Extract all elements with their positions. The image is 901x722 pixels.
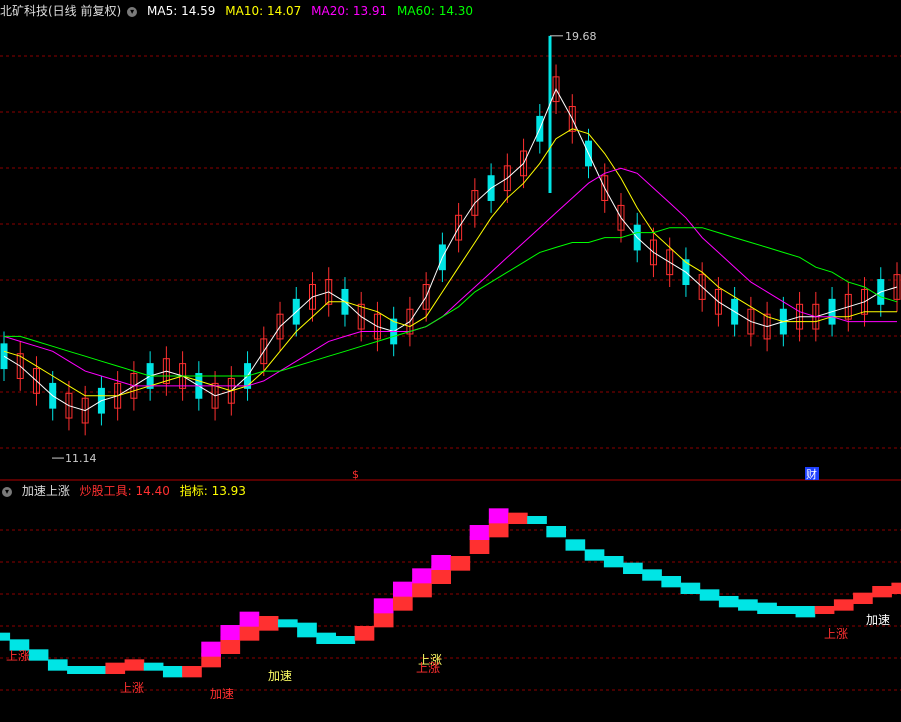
ma20-label: MA20: 13.91 xyxy=(311,4,388,18)
settings-icon[interactable]: ▾ xyxy=(2,486,12,497)
main-title: 北矿科技(日线 前复权) xyxy=(0,4,122,18)
indicator-bar xyxy=(795,606,816,618)
indicator-bar xyxy=(86,666,106,674)
indicator-bar xyxy=(623,562,643,574)
indicator-bar xyxy=(661,576,682,588)
ma-line-ma20 xyxy=(3,167,897,387)
indicator-bar xyxy=(143,662,164,671)
indicator-bar xyxy=(699,589,720,601)
dividend-marker: $ xyxy=(352,468,359,481)
indicator-bar xyxy=(47,659,68,671)
indicator-bar xyxy=(833,599,854,611)
annotation-label: 加速 xyxy=(210,687,234,701)
indicator-bar xyxy=(28,649,49,661)
grid-lines xyxy=(0,55,901,691)
indicator-bar xyxy=(603,556,624,568)
accel-bar xyxy=(201,641,221,657)
indicator-bar xyxy=(297,622,317,638)
indicator-bar xyxy=(335,636,356,644)
indicator-bar xyxy=(757,602,777,614)
indicator-bar xyxy=(105,662,126,674)
indicator-bar xyxy=(546,526,567,538)
indicator-bar xyxy=(354,626,375,641)
indicator-bar xyxy=(258,616,279,631)
main-markers: $ 财 xyxy=(352,467,819,481)
ma5-label: MA5: 14.59 xyxy=(147,4,216,18)
indicator-bar xyxy=(527,516,547,524)
annotation-label: 加速 xyxy=(268,669,292,683)
indicator-bar xyxy=(0,632,11,641)
indicator-bar xyxy=(718,596,739,608)
accel-bar xyxy=(469,525,490,540)
ma-line-ma10 xyxy=(3,128,897,397)
high-label: 19.68 xyxy=(565,30,597,43)
main-plot: 19.68 11.14 xyxy=(0,30,901,465)
annotation-label: 上涨 xyxy=(120,680,144,695)
accel-bar xyxy=(220,625,241,640)
accel-bar xyxy=(239,611,260,627)
indicator-bar xyxy=(277,619,298,628)
annotation-label: 上涨 xyxy=(416,660,440,675)
indicator-bar xyxy=(182,666,202,678)
indicator-bar xyxy=(642,569,662,581)
indicator-bar xyxy=(565,539,586,551)
ma-line-ma5 xyxy=(3,88,898,412)
indicator-bar xyxy=(316,632,336,644)
accel-bar xyxy=(488,508,509,524)
tool-label: 炒股工具: 14.40 xyxy=(79,484,170,498)
low-label: 11.14 xyxy=(65,452,97,465)
sub-header: ▾ 加速上涨 炒股工具: 14.40 指标: 13.93 xyxy=(0,482,252,500)
indicator-bar xyxy=(680,582,701,594)
annotation-label: 加速 xyxy=(866,613,890,627)
annotation-label: 上涨 xyxy=(6,648,30,663)
ma60-label: MA60: 14.30 xyxy=(397,4,474,18)
indicator-bar xyxy=(67,666,87,674)
report-marker: 财 xyxy=(806,467,817,481)
sub-title: 加速上涨 xyxy=(21,484,70,498)
annotation-label: 上涨 xyxy=(824,626,848,641)
indicator-bar xyxy=(124,659,145,671)
ma-line-ma60 xyxy=(4,227,898,377)
indicator-bar xyxy=(853,592,873,604)
accel-bar xyxy=(412,568,432,584)
indicator-bar xyxy=(450,556,471,571)
indicator-bar xyxy=(738,599,758,611)
indicator-bar xyxy=(508,512,528,524)
ma10-label: MA10: 14.07 xyxy=(225,4,302,18)
indicator-label: 指标: 13.93 xyxy=(179,484,246,498)
indicator-bar xyxy=(872,586,892,598)
indicator-bar xyxy=(776,606,797,614)
indicator-bar xyxy=(891,582,901,594)
indicator-bar xyxy=(584,549,605,561)
settings-icon[interactable]: ▾ xyxy=(127,6,138,17)
main-header: 北矿科技(日线 前复权) ▾ MA5: 14.59 MA10: 14.07 MA2… xyxy=(0,2,479,20)
accel-bar xyxy=(373,598,394,614)
accel-bar xyxy=(392,581,413,597)
accel-bar xyxy=(431,555,451,570)
sub-plot xyxy=(0,508,901,678)
indicator-bar xyxy=(814,606,835,614)
chart-canvas: 19.6811.14 $ 财 上涨上涨 加速加速上涨上涨上涨加速 xyxy=(0,30,901,701)
indicator-bar xyxy=(162,666,183,678)
